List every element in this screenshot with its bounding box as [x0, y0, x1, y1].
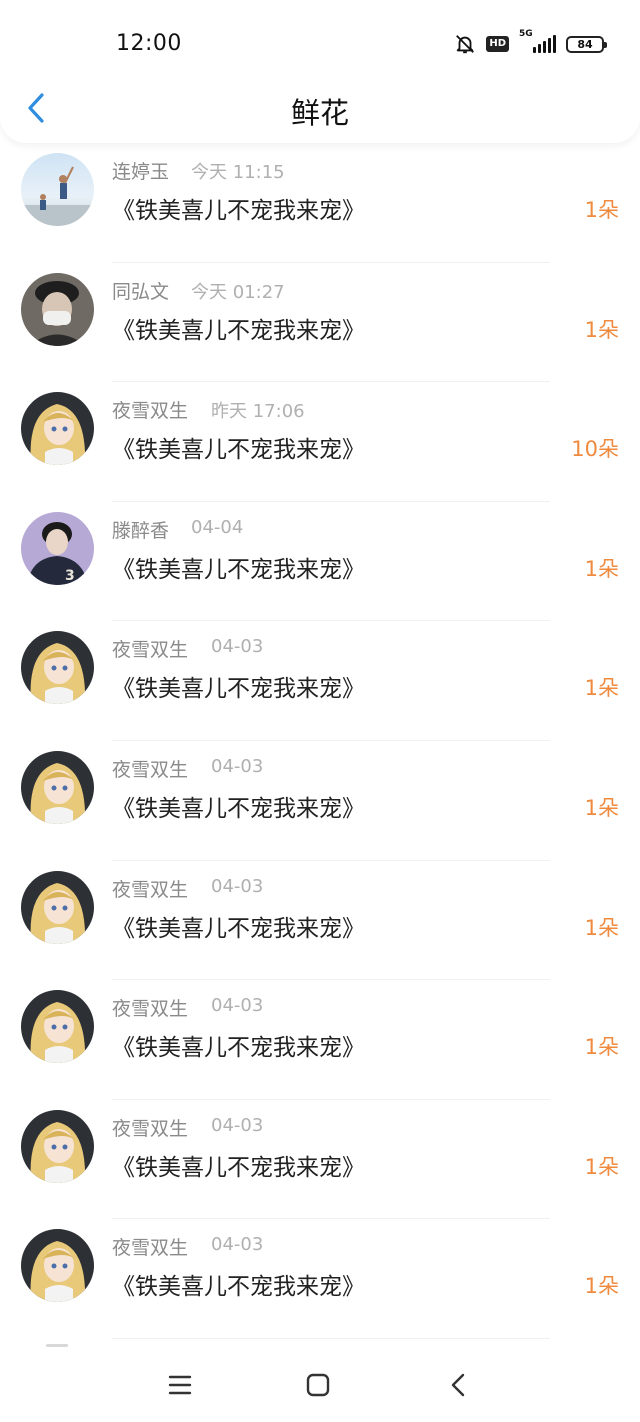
flower-count: 1朵 — [584, 1035, 619, 1060]
network-label: 5G — [519, 29, 533, 39]
list-item[interactable]: 夜雪双生 04-03 《铁美喜儿不宠我来宠》 1朵 — [0, 1219, 640, 1339]
nav-bar: 鲜花 — [0, 82, 640, 136]
signal-icon: 5G — [519, 29, 556, 53]
sender-name: 连婷玉 — [112, 161, 170, 183]
book-title: 《铁美喜儿不宠我来宠》 — [112, 1035, 365, 1062]
app-header: 12:00 HD 5G 84 鲜花 — [0, 0, 640, 143]
avatar[interactable] — [21, 1229, 94, 1303]
list-item[interactable]: 同弘文 今天 01:27 《铁美喜儿不宠我来宠》 1朵 — [0, 263, 640, 383]
timestamp: 04-03 — [211, 1234, 264, 1256]
timestamp: 04-03 — [211, 995, 264, 1017]
flower-count: 1朵 — [584, 556, 619, 581]
list-item[interactable]: 3 滕醉香 04-04 《铁美喜儿不宠我来宠》 1朵 — [0, 502, 640, 622]
flower-count: 1朵 — [584, 317, 619, 342]
partial-avatar — [46, 1344, 68, 1347]
sender-name: 夜雪双生 — [112, 758, 189, 781]
book-title: 《铁美喜儿不宠我来宠》 — [112, 795, 365, 822]
book-title: 《铁美喜儿不宠我来宠》 — [112, 437, 365, 464]
sender-name: 滕醉香 — [112, 519, 170, 542]
page-title: 鲜花 — [290, 96, 349, 130]
hd-icon: HD — [486, 36, 509, 52]
sender-name: 夜雪双生 — [112, 639, 189, 662]
list-item[interactable]: 夜雪双生 04-03 《铁美喜儿不宠我来宠》 1朵 — [0, 980, 640, 1100]
sender-name: 夜雪双生 — [112, 1117, 189, 1140]
avatar[interactable] — [21, 750, 94, 824]
timestamp: 今天 11:15 — [191, 162, 285, 183]
status-time: 12:00 — [116, 31, 182, 56]
flower-count: 1朵 — [584, 1274, 619, 1299]
book-title: 《铁美喜儿不宠我来宠》 — [112, 915, 365, 942]
timestamp: 今天 01:27 — [191, 281, 285, 303]
flower-count: 1朵 — [584, 1154, 619, 1179]
home-button[interactable] — [298, 1370, 338, 1400]
timestamp: 04-03 — [211, 1114, 264, 1136]
sender-name: 夜雪双生 — [112, 998, 189, 1021]
timestamp: 04-03 — [211, 636, 264, 658]
avatar[interactable]: 3 — [21, 511, 94, 585]
avatar[interactable] — [21, 870, 94, 944]
avatar[interactable] — [21, 153, 94, 226]
sender-name: 夜雪双生 — [112, 1237, 189, 1260]
avatar[interactable] — [21, 272, 94, 346]
list-item[interactable]: 夜雪双生 04-03 《铁美喜儿不宠我来宠》 1朵 — [0, 1100, 640, 1220]
home-square-icon — [306, 1373, 330, 1397]
book-title: 《铁美喜儿不宠我来宠》 — [112, 1154, 365, 1181]
battery-icon: 84 — [566, 35, 607, 53]
book-title: 《铁美喜儿不宠我来宠》 — [112, 556, 365, 583]
status-bar: 12:00 HD 5G 84 — [0, 0, 640, 90]
bell-off-icon — [456, 35, 475, 54]
svg-text:3: 3 — [65, 568, 75, 584]
status-icons: HD 5G 84 — [454, 29, 607, 57]
flower-count: 1朵 — [584, 915, 619, 940]
book-title: 《铁美喜儿不宠我来宠》 — [112, 317, 365, 344]
avatar[interactable] — [21, 1109, 94, 1183]
avatar[interactable] — [21, 631, 94, 705]
sender-name: 夜雪双生 — [112, 400, 189, 423]
timestamp: 04-04 — [191, 516, 244, 538]
flower-count: 1朵 — [584, 198, 619, 222]
flower-count: 10朵 — [571, 437, 619, 462]
flower-count: 1朵 — [584, 795, 619, 820]
gift-record-list: 连婷玉 今天 11:15 《铁美喜儿不宠我来宠》 1朵 同弘文 今天 01:27 《铁美喜儿… — [0, 143, 640, 1339]
list-item[interactable]: 夜雪双生 04-03 《铁美喜儿不宠我来宠》 1朵 — [0, 861, 640, 981]
list-item[interactable]: 连婷玉 今天 11:15 《铁美喜儿不宠我来宠》 1朵 — [0, 143, 640, 263]
timestamp: 04-03 — [211, 755, 264, 777]
timestamp: 04-03 — [211, 875, 264, 897]
book-title: 《铁美喜儿不宠我来宠》 — [112, 1274, 365, 1301]
list-item[interactable]: 夜雪双生 04-03 《铁美喜儿不宠我来宠》 1朵 — [0, 621, 640, 741]
sender-name: 同弘文 — [112, 280, 170, 303]
avatar[interactable] — [21, 392, 94, 466]
menu-icon — [168, 1375, 192, 1395]
back-triangle-icon — [451, 1373, 465, 1397]
list-item[interactable]: 夜雪双生 04-03 《铁美喜儿不宠我来宠》 1朵 — [0, 741, 640, 861]
book-title: 《铁美喜儿不宠我来宠》 — [112, 198, 365, 224]
list-item[interactable]: 夜雪双生 昨天 17:06 《铁美喜儿不宠我来宠》 10朵 — [0, 382, 640, 502]
flower-count: 1朵 — [584, 676, 619, 701]
menu-button[interactable] — [160, 1370, 200, 1400]
divider — [112, 1337, 550, 1339]
timestamp: 昨天 17:06 — [211, 401, 305, 423]
system-nav-bar — [0, 1350, 640, 1422]
avatar[interactable] — [21, 990, 94, 1064]
book-title: 《铁美喜儿不宠我来宠》 — [112, 676, 365, 703]
sender-name: 夜雪双生 — [112, 878, 189, 901]
system-back-button[interactable] — [438, 1370, 478, 1400]
